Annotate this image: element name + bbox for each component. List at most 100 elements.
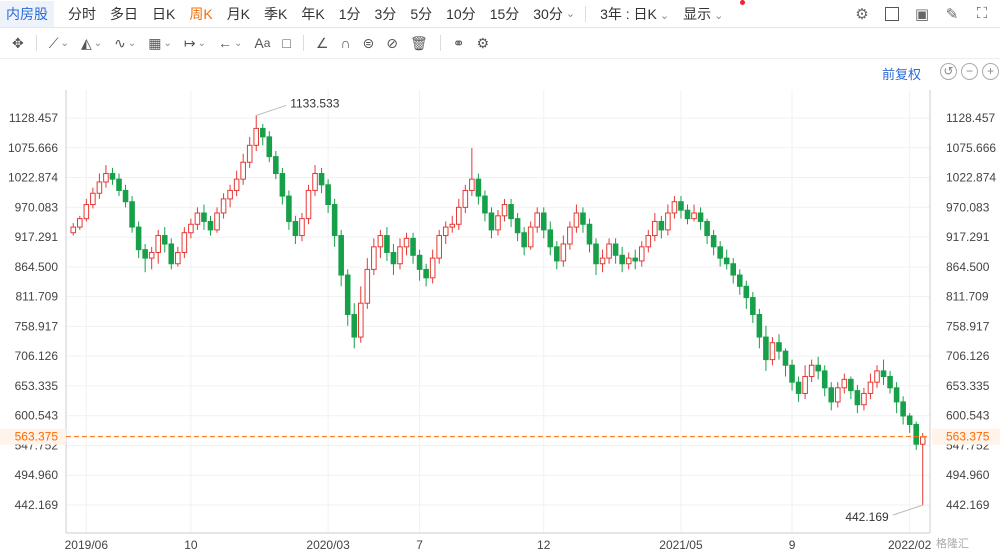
current-price-label-right: 563.375 — [946, 430, 990, 444]
y-tick-label-right: 758.917 — [946, 319, 990, 333]
candle-body — [90, 192, 96, 206]
y-tick-label-right: 706.126 — [946, 349, 990, 363]
candle-body — [116, 178, 122, 191]
candle-body — [246, 144, 253, 163]
high-annotation: 1133.533 — [290, 96, 339, 110]
axes: 1128.457 1128.457 1075.666 1075.666 1022.874… — [8, 90, 996, 552]
candle-body — [475, 178, 482, 197]
y-tick-label-left: 1022.874 — [8, 171, 58, 185]
candle-body — [501, 204, 508, 217]
candle-body — [586, 223, 593, 245]
candle-body — [893, 387, 900, 403]
candle-body — [331, 204, 338, 237]
candle-body — [887, 376, 893, 389]
candle-body — [456, 206, 462, 225]
candle-body — [299, 218, 305, 237]
candle-body — [906, 415, 913, 425]
candle-body — [841, 378, 848, 389]
candle-body — [508, 204, 514, 220]
low-annotation: 442.169 — [845, 510, 889, 524]
candle-body — [286, 195, 292, 222]
candle-body — [429, 257, 436, 279]
candle-body — [652, 220, 658, 237]
candle-body — [717, 246, 723, 259]
candle-body — [776, 342, 782, 352]
y-tick-label-right: 600.543 — [946, 409, 990, 423]
candle-body — [377, 235, 384, 248]
candle-body — [599, 257, 606, 265]
candle-body — [397, 246, 403, 265]
candle-body — [625, 257, 632, 265]
candle-body — [423, 268, 429, 279]
y-tick-label-right: 970.083 — [946, 200, 990, 214]
candle-body — [371, 246, 377, 270]
high-pointer — [256, 104, 287, 116]
candle-body — [763, 336, 769, 361]
y-tick-label-left: 758.917 — [15, 319, 59, 333]
candle-body — [175, 251, 181, 265]
candle-body — [730, 263, 737, 276]
candle-body — [919, 436, 926, 445]
candle-body — [743, 285, 750, 299]
y-tick-label-left: 442.169 — [15, 498, 59, 512]
candle-body — [795, 381, 802, 394]
candle-body — [671, 201, 678, 214]
candle-body — [338, 235, 344, 276]
candle-body — [769, 342, 776, 361]
candle-body — [129, 201, 135, 228]
candle-body — [482, 195, 488, 214]
y-tick-label-left: 653.335 — [15, 379, 59, 393]
x-tick-label: 2019/06 — [65, 538, 109, 552]
candle-body — [233, 178, 240, 191]
candle-body — [364, 268, 371, 304]
candlestick-chart[interactable]: 1128.457 1128.457 1075.666 1075.666 1022.874… — [0, 0, 1000, 556]
candle-body — [554, 246, 560, 262]
candle-body — [514, 218, 521, 234]
x-tick-label: 2021/05 — [659, 538, 703, 552]
candle-body — [619, 254, 625, 265]
y-tick-label-right: 864.500 — [946, 260, 990, 274]
candle-body — [723, 257, 730, 265]
candle-body — [750, 297, 756, 315]
candle-body — [220, 198, 227, 214]
candle-body — [704, 220, 710, 237]
y-tick-label-right: 811.709 — [946, 290, 989, 304]
candle-body — [96, 181, 103, 194]
y-tick-label-right: 442.169 — [946, 498, 990, 512]
candle-body — [207, 220, 214, 231]
candle-body — [645, 235, 652, 248]
candle-body — [834, 387, 841, 403]
candle-body — [436, 235, 442, 259]
candle-body — [782, 350, 789, 366]
candle-body — [534, 212, 540, 228]
candle-body — [181, 232, 188, 253]
watermark: 格隆汇 — [936, 538, 969, 550]
candle-body — [828, 387, 835, 403]
y-tick-label-right: 1022.874 — [946, 171, 996, 185]
candle-body — [684, 209, 691, 220]
candle-body — [214, 212, 220, 231]
candle-body — [691, 212, 697, 220]
candle-body — [259, 127, 266, 138]
candle-body — [442, 226, 449, 237]
candle-body — [913, 423, 919, 445]
candle-body — [279, 173, 286, 197]
candle-body — [403, 237, 410, 248]
y-tick-label-right: 1128.457 — [946, 111, 995, 125]
candle-body — [357, 302, 364, 338]
candle-body — [665, 212, 671, 231]
candle-body — [573, 212, 580, 228]
y-tick-label-right: 917.291 — [946, 230, 990, 244]
candle-body — [83, 204, 90, 220]
candle-body — [384, 235, 390, 253]
candle-body — [77, 218, 83, 228]
candle-body — [606, 243, 612, 259]
candle-body — [848, 378, 854, 392]
candle-body — [122, 189, 129, 203]
candle-body — [168, 243, 175, 265]
candle-body — [103, 173, 109, 183]
candle-body — [521, 232, 527, 248]
candle-body — [109, 173, 116, 180]
y-tick-label-left: 917.291 — [15, 230, 59, 244]
candle-body — [188, 223, 194, 234]
